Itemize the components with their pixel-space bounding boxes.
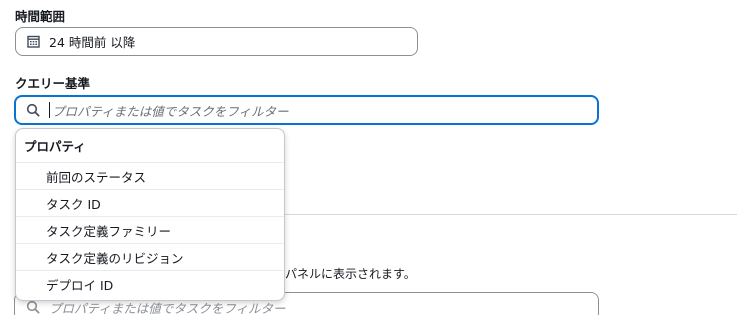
text-cursor — [49, 102, 50, 118]
query-filter-input[interactable]: プロパティまたは値でタスクをフィルター — [14, 95, 599, 125]
calendar-icon — [27, 35, 40, 48]
dropdown-item-last-status[interactable]: 前回のステータス — [16, 163, 284, 190]
dropdown-item-task-definition-revision[interactable]: タスク定義のリビジョン — [16, 244, 284, 271]
help-text: パネルに表示されます。 — [285, 267, 416, 281]
query-placeholder: プロパティまたは値でタスクをフィルター — [52, 103, 289, 119]
dropdown-item-task-id[interactable]: タスク ID — [16, 190, 284, 217]
query-label: クエリー基準 — [15, 76, 91, 91]
dropdown-item-task-definition-family[interactable]: タスク定義ファミリー — [16, 217, 284, 244]
search-icon — [26, 300, 40, 314]
time-range-value: 24 時間前 以降 — [49, 35, 136, 50]
time-range-field[interactable]: 24 時間前 以降 — [15, 27, 418, 56]
property-dropdown: プロパティ 前回のステータス タスク ID タスク定義ファミリー タスク定義のリ… — [15, 128, 285, 301]
search-icon — [26, 103, 40, 117]
time-range-label: 時間範囲 — [15, 9, 66, 24]
dropdown-item-deployment-id[interactable]: デプロイ ID — [16, 271, 284, 298]
section-divider — [284, 214, 737, 215]
dropdown-group-label: プロパティ — [16, 129, 284, 163]
